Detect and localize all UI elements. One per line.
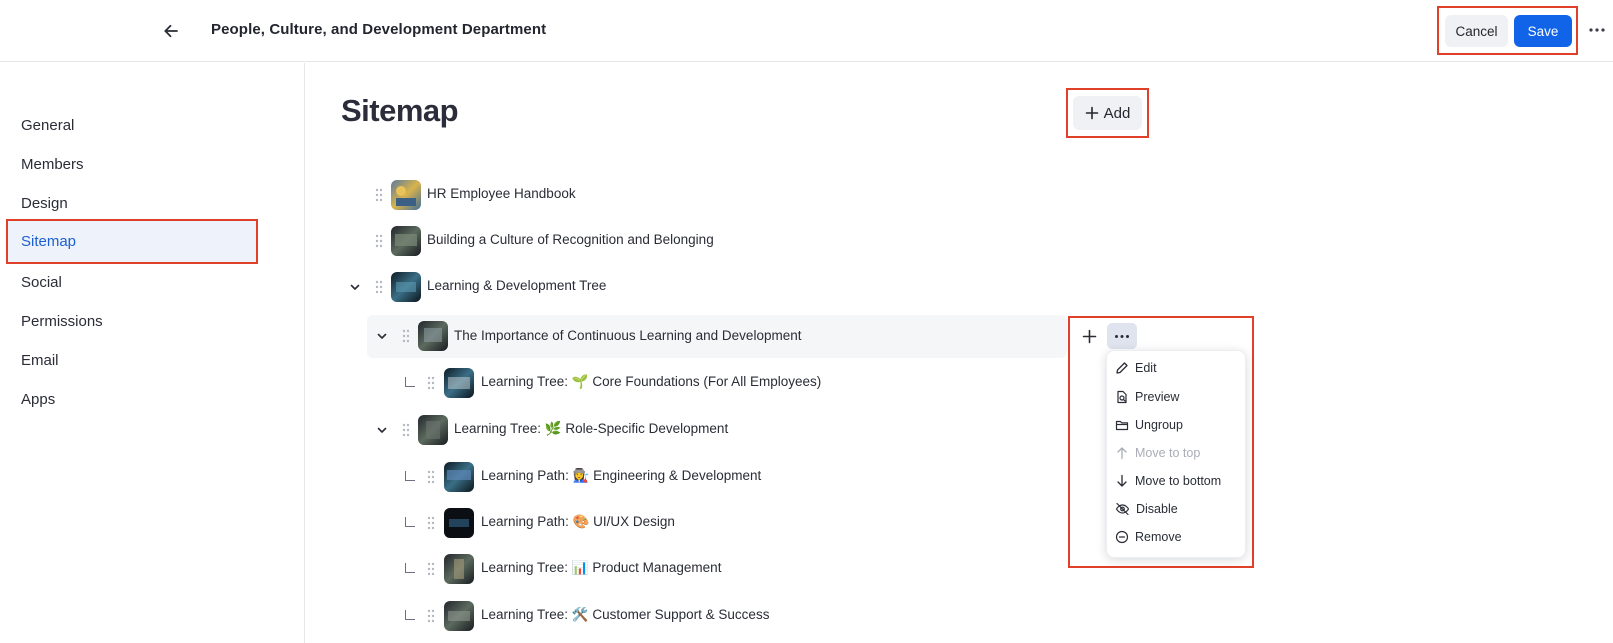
folder-open-icon	[1115, 420, 1129, 431]
plus-icon	[1085, 106, 1098, 120]
sidebar-item-general[interactable]: General	[6, 105, 258, 145]
minus-circle-icon	[1115, 530, 1129, 544]
tree-connector	[405, 517, 415, 527]
arrow-down-icon	[1117, 474, 1127, 487]
expand-toggle[interactable]	[374, 422, 390, 438]
add-child-button[interactable]	[1078, 325, 1100, 347]
drag-handle-icon[interactable]	[374, 280, 384, 294]
tree-row-hovered[interactable]: The Importance of Continuous Learning an…	[367, 315, 1067, 358]
tree-row[interactable]: Learning Path: 👩‍🏭 Engineering & Develop…	[392, 456, 1072, 498]
sidebar-item-design[interactable]: Design	[6, 183, 258, 223]
menu-item-remove[interactable]: Remove	[1115, 524, 1241, 550]
sidebar-item-members[interactable]: Members	[6, 144, 258, 184]
menu-item-label: Edit	[1135, 361, 1157, 375]
arrow-left-icon	[164, 24, 178, 38]
header-more-button[interactable]	[1586, 18, 1608, 42]
menu-item-edit[interactable]: Edit	[1115, 355, 1241, 381]
arrow-up-icon	[1117, 447, 1127, 460]
chevron-down-icon	[377, 333, 387, 339]
section-title: Sitemap	[341, 93, 459, 128]
expand-toggle[interactable]	[374, 328, 390, 344]
eye-off-icon	[1115, 502, 1130, 516]
drag-handle-icon[interactable]	[426, 516, 436, 530]
page-thumbnail	[418, 415, 448, 445]
top-bar: People, Culture, and Development Departm…	[0, 0, 1613, 62]
drag-handle-icon[interactable]	[426, 376, 436, 390]
tree-row[interactable]: HR Employee Handbook	[365, 174, 1065, 216]
tree-row[interactable]: Learning Tree: 🌿 Role-Specific Developme…	[367, 409, 1072, 451]
menu-item-label: Move to bottom	[1135, 474, 1222, 488]
tree-row-label: Learning Tree: 🛠️ Customer Support & Suc…	[481, 607, 770, 622]
tree-row[interactable]: Learning Path: 🎨 UI/UX Design	[392, 502, 1072, 544]
add-button-label: Add	[1103, 104, 1131, 122]
menu-item-label: Preview	[1135, 390, 1180, 404]
back-button[interactable]	[158, 18, 184, 44]
pencil-icon	[1116, 362, 1128, 374]
tree-row-label: Building a Culture of Recognition and Be…	[427, 232, 714, 247]
sidebar-item-sitemap[interactable]: Sitemap	[6, 219, 258, 264]
page-thumbnail	[444, 554, 474, 584]
page-thumbnail	[391, 272, 421, 302]
save-button[interactable]: Save	[1514, 15, 1572, 47]
tree-connector	[405, 610, 415, 620]
tree-row[interactable]: Building a Culture of Recognition and Be…	[365, 220, 1065, 262]
tree-row-label: HR Employee Handbook	[427, 186, 576, 201]
plus-icon	[1082, 329, 1096, 343]
drag-handle-icon[interactable]	[426, 609, 436, 623]
row-context-menu: Edit Preview Ungroup Move to top Move to…	[1106, 350, 1246, 558]
page-thumbnail	[391, 226, 421, 256]
page-thumbnail	[418, 321, 448, 351]
add-button[interactable]: Add	[1073, 96, 1142, 130]
sidebar-item-apps[interactable]: Apps	[6, 379, 258, 419]
menu-item-move-to-top: Move to top	[1115, 440, 1241, 466]
menu-item-label: Remove	[1135, 530, 1182, 544]
drag-handle-icon[interactable]	[401, 329, 411, 343]
sidebar-item-permissions[interactable]: Permissions	[6, 301, 258, 341]
chevron-down-icon	[350, 284, 360, 290]
tree-row-label: Learning Tree: 🌿 Role-Specific Developme…	[454, 421, 729, 436]
menu-item-label: Move to top	[1135, 446, 1201, 460]
sidebar-item-social[interactable]: Social	[6, 262, 258, 302]
menu-item-ungroup[interactable]: Ungroup	[1115, 412, 1241, 438]
tree-connector	[405, 471, 415, 481]
tree-row-label: Learning Path: 👩‍🏭 Engineering & Develop…	[481, 468, 762, 483]
tree-row[interactable]: Learning Tree: 📊 Product Management	[392, 548, 1072, 590]
cancel-button[interactable]: Cancel	[1445, 15, 1508, 47]
page-thumbnail	[444, 368, 474, 398]
menu-item-move-to-bottom[interactable]: Move to bottom	[1115, 468, 1241, 494]
chevron-down-icon	[377, 427, 387, 433]
tree-row[interactable]: Learning Tree: 🛠️ Customer Support & Suc…	[392, 595, 1072, 637]
row-more-button[interactable]	[1107, 323, 1137, 349]
tree-row-label: Learning Path: 🎨 UI/UX Design	[481, 514, 675, 529]
menu-item-disable[interactable]: Disable	[1115, 496, 1241, 522]
more-horizontal-icon	[1589, 28, 1605, 32]
menu-item-preview[interactable]: Preview	[1115, 384, 1241, 410]
tree-connector	[405, 563, 415, 573]
drag-handle-icon[interactable]	[401, 423, 411, 437]
page-thumbnail	[444, 601, 474, 631]
tree-row-label: The Importance of Continuous Learning an…	[454, 328, 802, 343]
tree-row[interactable]: Learning & Development Tree	[340, 266, 1065, 308]
page-thumbnail	[391, 180, 421, 210]
page-thumbnail	[444, 462, 474, 492]
drag-handle-icon[interactable]	[374, 188, 384, 202]
tree-row-label: Learning Tree: 📊 Product Management	[481, 560, 722, 575]
more-horizontal-icon	[1115, 334, 1129, 338]
tree-row-label: Learning & Development Tree	[427, 278, 607, 293]
page-thumbnail	[444, 508, 474, 538]
sidebar-item-email[interactable]: Email	[6, 340, 258, 380]
page-title: People, Culture, and Development Departm…	[211, 21, 547, 38]
drag-handle-icon[interactable]	[426, 562, 436, 576]
expand-toggle[interactable]	[347, 279, 363, 295]
menu-item-label: Ungroup	[1135, 418, 1183, 432]
tree-row[interactable]: Learning Tree: 🌱 Core Foundations (For A…	[392, 362, 1072, 404]
menu-item-label: Disable	[1136, 502, 1178, 516]
drag-handle-icon[interactable]	[426, 470, 436, 484]
drag-handle-icon[interactable]	[374, 234, 384, 248]
tree-row-label: Learning Tree: 🌱 Core Foundations (For A…	[481, 374, 822, 389]
preview-icon	[1117, 390, 1127, 404]
tree-connector	[405, 377, 415, 387]
